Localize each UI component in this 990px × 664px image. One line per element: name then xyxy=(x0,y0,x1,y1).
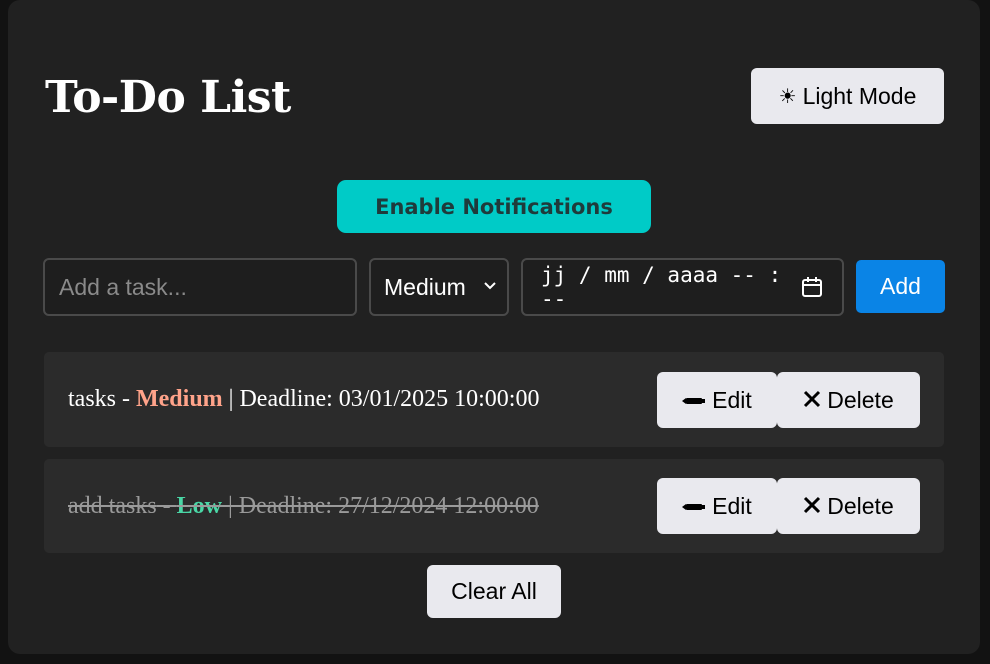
task-priority: Medium xyxy=(136,386,223,412)
task-name: tasks xyxy=(68,386,116,412)
task-deadline: | Deadline: 27/12/2024 12:00:00 xyxy=(222,492,539,519)
priority-select-value: Medium xyxy=(384,273,466,300)
pen-icon xyxy=(682,493,706,520)
todo-app-card: To-Do List ☀ Light Mode Enable Notificat… xyxy=(8,0,980,654)
task-text: tasks - Medium | Deadline: 03/01/2025 10… xyxy=(68,352,539,447)
task-row: add tasks - Low | Deadline: 27/12/2024 1… xyxy=(44,459,944,553)
datetime-placeholder: jj / mm / aaaa -- : -- xyxy=(541,263,782,311)
x-icon xyxy=(803,493,821,520)
task-input-placeholder: Add a task... xyxy=(59,273,187,300)
edit-task-button[interactable]: Edit xyxy=(657,372,777,428)
delete-task-button[interactable]: Delete xyxy=(777,372,920,428)
edit-task-button[interactable]: Edit xyxy=(657,478,777,534)
task-separator: - xyxy=(116,386,136,412)
task-priority: Low xyxy=(176,492,222,519)
delete-task-button[interactable]: Delete xyxy=(777,478,920,534)
task-row: tasks - Medium | Deadline: 03/01/2025 10… xyxy=(44,352,944,447)
calendar-icon[interactable] xyxy=(800,275,824,299)
edit-label: Edit xyxy=(712,492,752,519)
task-separator: - xyxy=(156,492,177,519)
task-text[interactable]: add tasks - Low | Deadline: 27/12/2024 1… xyxy=(68,459,539,553)
task-deadline: | Deadline: 03/01/2025 10:00:00 xyxy=(222,386,540,412)
enable-notifications-button[interactable]: Enable Notifications xyxy=(337,180,651,233)
light-mode-toggle-button[interactable]: ☀ Light Mode xyxy=(751,68,944,124)
task-input[interactable]: Add a task... xyxy=(43,258,357,316)
light-mode-label: Light Mode xyxy=(802,82,917,109)
page-title: To-Do List xyxy=(45,72,291,123)
edit-label: Edit xyxy=(712,386,752,413)
add-task-button[interactable]: Add xyxy=(856,260,945,313)
pen-icon xyxy=(682,387,706,414)
x-icon xyxy=(803,387,821,414)
sun-icon: ☀ xyxy=(778,85,797,108)
chevron-down-icon xyxy=(483,278,497,296)
clear-all-button[interactable]: Clear All xyxy=(427,565,561,618)
delete-label: Delete xyxy=(827,386,894,413)
task-name: add tasks xyxy=(68,492,157,519)
priority-select[interactable]: Medium xyxy=(369,258,509,316)
delete-label: Delete xyxy=(827,492,894,519)
deadline-datetime-input[interactable]: jj / mm / aaaa -- : -- xyxy=(521,258,844,316)
